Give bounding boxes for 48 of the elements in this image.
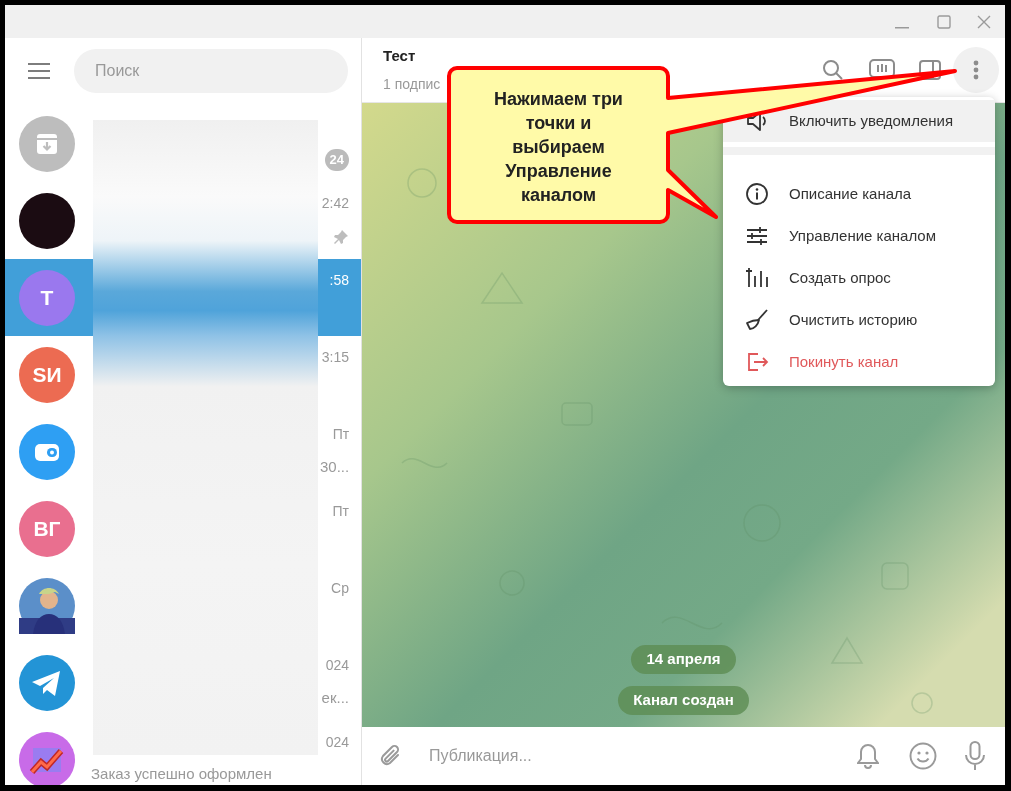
menu-item[interactable]: Создать опрос bbox=[723, 257, 995, 299]
sliders-icon bbox=[745, 224, 769, 248]
unread-badge: 24 bbox=[324, 148, 349, 171]
menu-item[interactable]: Покинуть канал bbox=[723, 341, 995, 383]
chat-time: Пт bbox=[332, 425, 350, 444]
chat-time: 3:15 bbox=[321, 348, 349, 367]
chat-time: Пт bbox=[332, 502, 349, 521]
message-preview: Заказ успешно оформлен bbox=[91, 764, 273, 784]
leave-icon bbox=[745, 350, 769, 374]
search-field[interactable]: Поиск bbox=[74, 48, 348, 93]
bell-icon[interactable] bbox=[857, 743, 879, 769]
menu-item[interactable]: Очистить историю bbox=[723, 299, 995, 341]
info-icon bbox=[745, 182, 769, 206]
menu-icon[interactable] bbox=[28, 62, 50, 79]
minimize-icon[interactable] bbox=[895, 26, 909, 29]
avatar bbox=[19, 192, 75, 249]
telegram-avatar-icon bbox=[19, 654, 75, 711]
service-message: Канал создан bbox=[618, 686, 749, 715]
avatar: SИ bbox=[19, 346, 75, 403]
archive-avatar-icon bbox=[19, 115, 75, 172]
chat-time: 024 bbox=[325, 733, 349, 752]
wallet-avatar-icon bbox=[19, 423, 75, 480]
maximize-icon[interactable] bbox=[937, 14, 951, 29]
poll-icon bbox=[745, 266, 769, 290]
broom-icon bbox=[745, 308, 769, 332]
message-input[interactable]: Публикация... bbox=[429, 744, 857, 768]
avatar: ВГ bbox=[19, 500, 75, 557]
message-preview: 30... bbox=[320, 457, 350, 478]
service-message: 14 апреля bbox=[631, 645, 736, 674]
more-button[interactable] bbox=[953, 47, 999, 93]
chat-time: Ср bbox=[331, 579, 349, 598]
chart-avatar-icon bbox=[19, 731, 75, 785]
more-icon bbox=[973, 60, 979, 80]
chat-title: Тест bbox=[383, 46, 417, 67]
microphone-icon[interactable] bbox=[964, 741, 986, 771]
search-icon[interactable] bbox=[822, 59, 844, 81]
chat-time: :58 bbox=[329, 271, 349, 290]
menu-item[interactable]: Управление каналом bbox=[723, 215, 995, 257]
chat-time: 2:42 bbox=[321, 194, 349, 213]
subscriber-count: 1 подпис bbox=[383, 74, 442, 94]
chat-row[interactable]: Т :58 bbox=[5, 259, 361, 336]
chat-time: 024 bbox=[325, 656, 349, 675]
avatar: Т bbox=[19, 269, 75, 326]
callout-text: Нажимаем три точки и выбираем Управление каналом bbox=[493, 87, 624, 207]
message-preview: ек... bbox=[321, 688, 349, 709]
menu-item[interactable]: Описание канала bbox=[723, 173, 995, 215]
emoji-icon[interactable] bbox=[909, 742, 937, 770]
close-icon[interactable] bbox=[977, 14, 991, 29]
